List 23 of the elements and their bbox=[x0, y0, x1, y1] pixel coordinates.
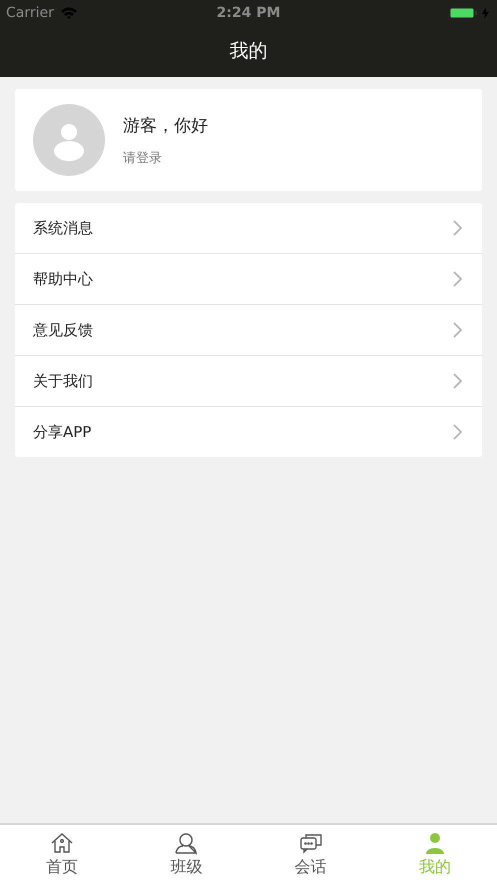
chevron-icon bbox=[452, 271, 462, 287]
tab-item[interactable]: 班级 bbox=[124, 825, 248, 883]
chevron-icon bbox=[452, 373, 462, 389]
menu-item[interactable]: 帮助中心 bbox=[15, 253, 482, 304]
menu-item[interactable]: 分享APP bbox=[15, 406, 482, 457]
tab-item[interactable]: 会话 bbox=[248, 825, 373, 883]
profile-card[interactable]: 游客，你好 请登录 bbox=[15, 89, 482, 191]
menu-item[interactable]: 系统消息 bbox=[15, 203, 482, 253]
wifi-icon bbox=[60, 6, 78, 19]
page-title: 我的 bbox=[230, 39, 268, 64]
battery-icon bbox=[449, 6, 491, 20]
user-greeting: 游客，你好 bbox=[123, 114, 208, 136]
menu-item[interactable]: 意见反馈 bbox=[15, 304, 482, 355]
tab-item[interactable]: 首页 bbox=[0, 825, 124, 883]
avatar-icon bbox=[33, 104, 105, 176]
login-prompt: 请登录 bbox=[123, 150, 163, 166]
user-icon bbox=[173, 830, 200, 854]
chevron-icon bbox=[452, 322, 462, 338]
carrier-name: Carrier bbox=[6, 4, 54, 20]
chevron-icon bbox=[452, 220, 462, 236]
status-time: 2:24 PM bbox=[216, 4, 280, 20]
chevron-icon bbox=[452, 424, 462, 440]
menu-item[interactable]: 关于我们 bbox=[15, 355, 482, 406]
